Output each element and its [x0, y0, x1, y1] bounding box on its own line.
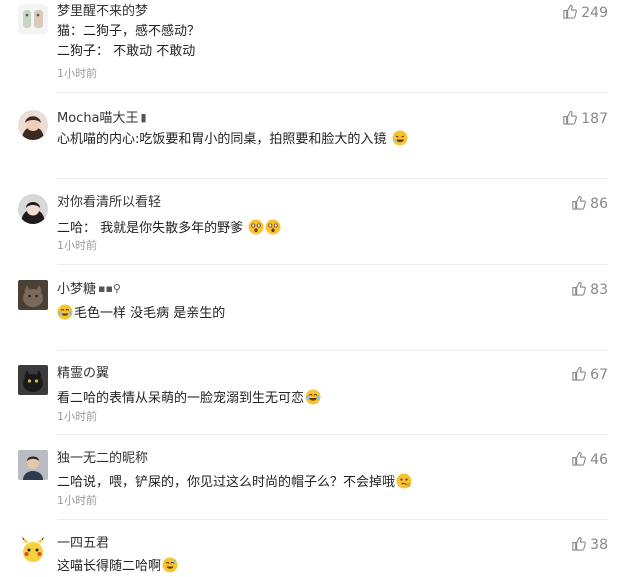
comment-username[interactable]: 对你看清所以看轻	[57, 195, 161, 211]
comment-text-content: 二哈： 我就是你失散多年的野爹	[57, 221, 244, 236]
comment-time: 1小时前	[57, 67, 97, 80]
divider	[57, 519, 608, 520]
comment-text-content: 心机喵的内心:吃饭要和胃小的同桌，拍照要和脸大的入镜	[57, 132, 387, 147]
shocked-emoji-icon	[265, 219, 281, 235]
avatar[interactable]	[18, 4, 48, 34]
like-button[interactable]: 38	[571, 536, 608, 553]
like-count: 38	[590, 537, 608, 553]
like-button[interactable]: 249	[562, 4, 608, 21]
like-button[interactable]: 86	[571, 195, 608, 212]
thumbs-up-icon	[572, 281, 587, 296]
avatar[interactable]	[18, 280, 48, 310]
comment-text: 二狗子： 不敢动 不敢动	[57, 44, 196, 59]
comment-text-content: 毛色一样 没毛病 是亲生的	[74, 306, 226, 321]
comment-username-text: 小梦糖	[57, 282, 97, 297]
comment-text: 这喵长得随二哈啊	[57, 557, 178, 575]
thumbs-up-icon	[563, 110, 578, 125]
avatar[interactable]	[18, 535, 48, 565]
comment-time: 1小时前	[57, 410, 97, 423]
avatar[interactable]	[18, 365, 48, 395]
comment-text: 二哈： 我就是你失散多年的野爹	[57, 219, 281, 237]
crying-laugh-emoji-icon	[57, 304, 73, 320]
comment-text-content: 二哈说，喂，铲屎的，你见过这么时尚的帽子么？不会掉哦	[57, 475, 396, 490]
comment-text: 猫：二狗子，感不感动？	[57, 24, 201, 39]
thumbs-up-icon	[563, 4, 578, 19]
divider	[57, 350, 608, 351]
comment-username-text: Mocha喵大王	[57, 111, 139, 126]
comment-text-content: 看二哈的表情从呆萌的一脸宠溺到生无可恋	[57, 391, 305, 406]
like-button[interactable]: 187	[562, 110, 608, 127]
avatar[interactable]	[18, 450, 48, 480]
thumbs-up-icon	[572, 195, 587, 210]
like-button[interactable]: 83	[571, 281, 608, 298]
divider	[57, 264, 608, 265]
comment-username[interactable]: 精霊の翼	[57, 366, 109, 382]
like-count: 67	[590, 367, 608, 383]
tears-of-joy-emoji-icon	[305, 389, 321, 405]
comment-time: 1小时前	[57, 239, 97, 252]
comment-text: 毛色一样 没毛病 是亲生的	[57, 304, 225, 322]
member-badge-icon: ▪▪⚲	[98, 282, 121, 295]
like-count: 46	[590, 452, 608, 468]
comment-text-content: 这喵长得随二哈啊	[57, 559, 162, 574]
avatar[interactable]	[18, 194, 48, 224]
thumbs-up-icon	[572, 366, 587, 381]
avatar[interactable]	[18, 110, 48, 140]
comment-text: 二哈说，喂，铲屎的，你见过这么时尚的帽子么？不会掉哦	[57, 473, 412, 491]
thumbs-up-icon	[572, 451, 587, 466]
divider	[57, 434, 608, 435]
like-count: 86	[590, 196, 608, 212]
divider	[57, 92, 608, 93]
comment-username[interactable]: 独一无二的昵称	[57, 451, 148, 467]
comment-username[interactable]: Mocha喵大王 ▮	[57, 110, 147, 127]
comment-username[interactable]: 梦里醒不来的梦	[57, 4, 148, 20]
like-button[interactable]: 46	[571, 451, 608, 468]
thinking-emoji-icon	[396, 473, 412, 489]
comment-time: 1小时前	[57, 494, 97, 507]
thumbs-up-icon	[572, 536, 587, 551]
divider	[57, 178, 608, 179]
like-count: 249	[581, 5, 608, 21]
comment-username[interactable]: 一四五君	[57, 536, 109, 552]
shocked-emoji-icon	[248, 219, 264, 235]
like-count: 83	[590, 282, 608, 298]
laughing-emoji-icon	[392, 130, 408, 146]
comment-username[interactable]: 小梦糖 ▪▪⚲	[57, 281, 121, 298]
like-button[interactable]: 67	[571, 366, 608, 383]
member-badge-icon: ▮	[140, 111, 147, 124]
comment-text: 看二哈的表情从呆萌的一脸宠溺到生无可恋	[57, 389, 321, 407]
sweat-laugh-emoji-icon	[162, 557, 178, 573]
comment-text: 心机喵的内心:吃饭要和胃小的同桌，拍照要和脸大的入镜	[57, 130, 408, 148]
like-count: 187	[581, 111, 608, 127]
